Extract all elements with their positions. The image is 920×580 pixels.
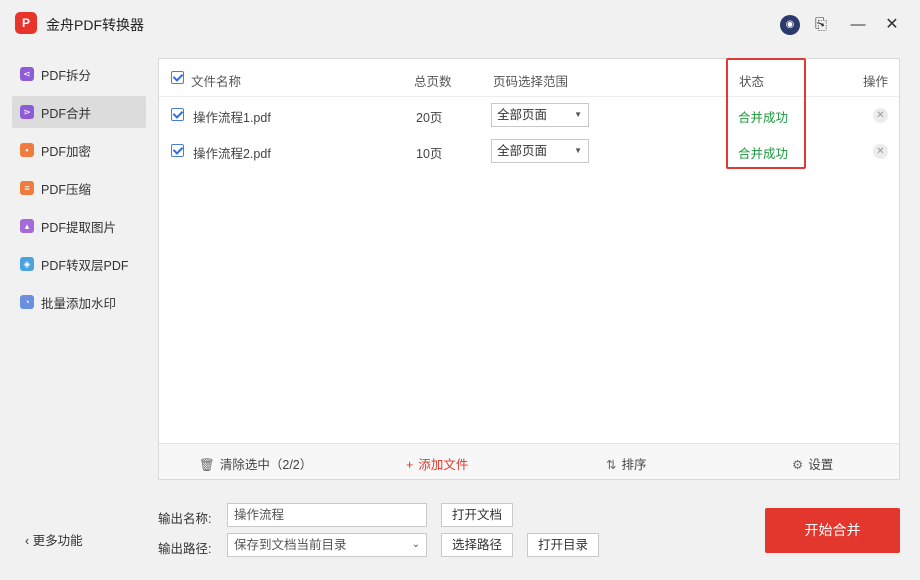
sidebar-item-label: PDF拆分 — [41, 68, 92, 83]
layers-icon: ◈ — [20, 257, 34, 271]
sidebar-item-pdf-merge[interactable]: ⋗ PDF合并 — [12, 96, 146, 128]
notes-icon[interactable]: ⎘ — [810, 14, 832, 36]
clear-selected-button[interactable]: 🗑 清除选中（2/2） — [199, 454, 312, 473]
page-count: 10页 — [416, 147, 443, 161]
dropdown-arrow-icon: ▼ — [574, 110, 582, 119]
more-features-link[interactable]: ‹ 更多功能 — [25, 530, 83, 549]
output-name-field[interactable]: 操作流程 — [227, 503, 427, 527]
page-count: 20页 — [416, 111, 443, 125]
add-file-label: 添加文件 — [418, 458, 469, 472]
page-range-value: 全部页面 — [497, 144, 548, 158]
file-list-panel: 文件名称 总页数 页码选择范围 状态 操作 操作流程1.pdf 20页 全部页面… — [158, 58, 900, 480]
gear-icon: ⚙ — [792, 458, 804, 472]
image-icon: ▴ — [20, 219, 34, 233]
output-path-select[interactable]: 保存到文档当前目录 ⌄ — [227, 533, 427, 557]
add-file-button[interactable]: + 添加文件 — [406, 454, 468, 473]
column-header-name: 文件名称 — [191, 75, 242, 89]
sidebar-item-pdf-encrypt[interactable]: ▪ PDF加密 — [12, 134, 146, 166]
sidebar-item-pdf-split[interactable]: ⋖ PDF拆分 — [12, 58, 146, 90]
output-name-value: 操作流程 — [234, 508, 285, 522]
plus-icon: + — [406, 458, 414, 472]
start-merge-button[interactable]: 开始合并 — [765, 508, 900, 553]
row-checkbox[interactable] — [171, 144, 184, 157]
page-range-value: 全部页面 — [497, 108, 548, 122]
sidebar-item-label: PDF压缩 — [41, 182, 92, 197]
app-title: 金舟PDF转换器 — [46, 17, 144, 33]
sidebar-item-label: PDF加密 — [41, 144, 92, 159]
settings-button[interactable]: ⚙ 设置 — [792, 454, 833, 473]
file-name: 操作流程1.pdf — [193, 111, 271, 125]
sidebar-item-pdf-double-layer[interactable]: ◈ PDF转双层PDF — [12, 248, 146, 280]
choose-path-button[interactable]: 选择路径 — [441, 533, 513, 557]
remove-file-icon[interactable]: ✕ — [873, 108, 888, 123]
sidebar-item-pdf-extract-images[interactable]: ▴ PDF提取图片 — [12, 210, 146, 242]
user-avatar-icon[interactable]: ◉ — [780, 15, 800, 35]
status-highlight-box — [726, 58, 806, 169]
lock-icon: ▪ — [20, 143, 34, 157]
sidebar-item-batch-watermark[interactable]: ◔ 批量添加水印 — [12, 286, 146, 318]
page-range-select[interactable]: 全部页面 ▼ — [491, 139, 589, 163]
file-toolbar: 🗑 清除选中（2/2） + 添加文件 ⇅ 排序 ⚙ 设置 — [159, 443, 899, 479]
chevron-left-icon: ‹ — [25, 534, 33, 548]
split-icon: ⋖ — [20, 67, 34, 81]
output-path-label: 输出路径: — [158, 542, 212, 556]
title-bar: P 金舟PDF转换器 ◉ ⎘ — ✕ — [0, 0, 920, 50]
trash-icon: 🗑 — [199, 458, 215, 472]
output-path-value: 保存到文档当前目录 — [234, 538, 347, 552]
sidebar-item-label: PDF合并 — [41, 106, 92, 121]
sort-label: 排序 — [621, 458, 647, 472]
clear-selected-label: 清除选中（2/2） — [219, 458, 313, 472]
sidebar-item-label: PDF提取图片 — [41, 220, 117, 235]
column-header-range: 页码选择范围 — [493, 75, 569, 89]
select-all-checkbox[interactable] — [171, 71, 184, 84]
merge-icon: ⋗ — [20, 105, 34, 119]
open-document-button[interactable]: 打开文档 — [441, 503, 513, 527]
more-features-label: 更多功能 — [32, 534, 83, 548]
output-name-label: 输出名称: — [158, 512, 212, 526]
sort-icon: ⇅ — [606, 458, 617, 472]
column-header-action: 操作 — [863, 75, 889, 89]
sidebar: ⋖ PDF拆分 ⋗ PDF合并 ▪ PDF加密 ≡ PDF压缩 ▴ PDF提取图… — [12, 58, 146, 324]
sidebar-item-pdf-compress[interactable]: ≡ PDF压缩 — [12, 172, 146, 204]
remove-file-icon[interactable]: ✕ — [873, 144, 888, 159]
sidebar-item-label: 批量添加水印 — [41, 296, 117, 311]
open-directory-button[interactable]: 打开目录 — [527, 533, 599, 557]
row-checkbox[interactable] — [171, 108, 184, 121]
compress-icon: ≡ — [20, 181, 34, 195]
page-range-select[interactable]: 全部页面 ▼ — [491, 103, 589, 127]
settings-label: 设置 — [808, 458, 834, 472]
minimize-icon[interactable]: — — [847, 14, 869, 36]
close-icon[interactable]: ✕ — [881, 14, 903, 36]
sidebar-item-label: PDF转双层PDF — [41, 258, 129, 273]
app-logo: P — [15, 12, 37, 34]
sort-button[interactable]: ⇅ 排序 — [606, 454, 647, 473]
watermark-icon: ◔ — [20, 295, 34, 309]
chevron-down-icon: ⌄ — [411, 539, 420, 550]
dropdown-arrow-icon: ▼ — [574, 146, 582, 155]
column-header-pages: 总页数 — [414, 75, 452, 89]
file-name: 操作流程2.pdf — [193, 147, 271, 161]
